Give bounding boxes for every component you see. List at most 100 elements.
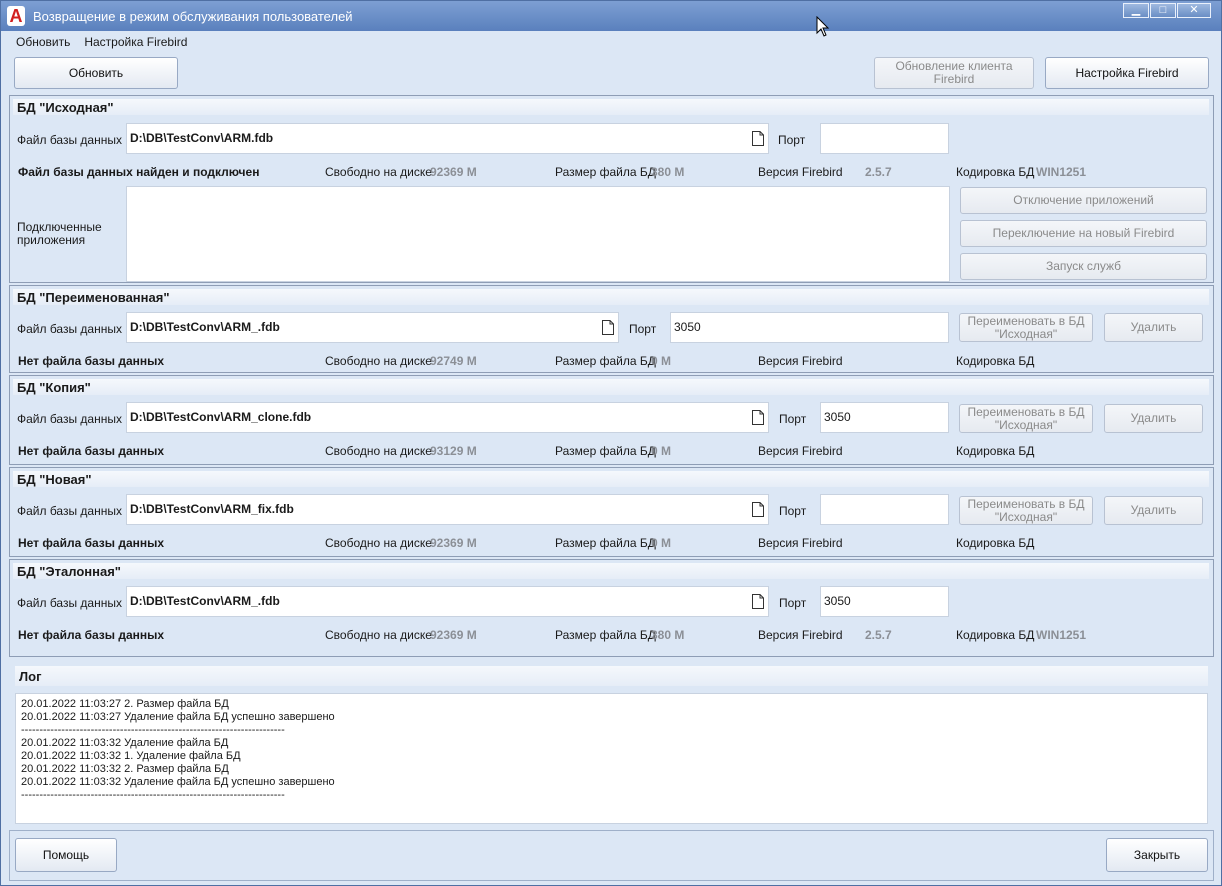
free-disk-value: 93129 М — [430, 444, 477, 458]
title-bar[interactable]: A Возвращение в режим обслуживания польз… — [1, 1, 1221, 31]
free-disk-label: Свободно на диске — [325, 628, 432, 642]
fb-version-label: Версия Firebird — [758, 536, 843, 550]
main-window: A Возвращение в режим обслуживания польз… — [0, 0, 1222, 886]
file-size-value: 0 М — [651, 354, 672, 368]
encoding-label: Кодировка БД — [956, 165, 1035, 179]
menu-bar: Обновить Настройка Firebird — [9, 33, 194, 53]
log-line: ----------------------------------------… — [21, 789, 285, 801]
log-title: Лог — [19, 669, 42, 684]
file-size-value: 0 М — [651, 536, 672, 550]
delete-button[interactable]: Удалить — [1104, 496, 1203, 525]
db-file-value: D:\DB\TestConv\ARM_.fdb — [130, 594, 280, 608]
file-size-value: 380 М — [651, 628, 685, 642]
help-button[interactable]: Помощь — [15, 838, 117, 872]
status-text: Нет файла базы данных — [18, 536, 165, 550]
delete-button[interactable]: Удалить — [1104, 313, 1203, 342]
rename-to-source-button[interactable]: Переименовать в БД "Исходная" — [959, 496, 1093, 525]
connected-apps-label: Подключенные приложения — [17, 220, 102, 247]
start-services-button[interactable]: Запуск служб — [960, 253, 1207, 280]
free-disk-label: Свободно на диске — [325, 165, 432, 179]
firebird-settings-button[interactable]: Настройка Firebird — [1045, 57, 1209, 89]
panel-title: БД "Эталонная" — [17, 564, 121, 579]
encoding-label: Кодировка БД — [956, 354, 1035, 368]
fb-version-label: Версия Firebird — [758, 628, 843, 642]
log-text-area[interactable]: 20.01.2022 11:03:27 2. Размер файла БД 20… — [15, 693, 1208, 824]
footer-bar — [9, 830, 1214, 881]
free-disk-value: 92369 М — [430, 536, 477, 550]
db-file-label: Файл базы данных — [17, 596, 122, 610]
file-size-label: Размер файла БД — [555, 354, 656, 368]
db-file-field[interactable]: D:\DB\TestConv\ARM_clone.fdb — [126, 402, 769, 433]
close-icon[interactable]: ✕ — [1177, 3, 1211, 18]
browse-file-icon[interactable] — [752, 410, 764, 425]
fb-version-value: 2.5.7 — [865, 165, 892, 179]
fb-version-value: 2.5.7 — [865, 628, 892, 642]
free-disk-value: 92749 М — [430, 354, 477, 368]
log-line: 20.01.2022 11:03:27 2. Размер файла БД — [21, 698, 229, 710]
minimize-icon[interactable]: ▁ — [1123, 3, 1149, 18]
file-size-label: Размер файла БД — [555, 628, 656, 642]
fb-version-label: Версия Firebird — [758, 354, 843, 368]
file-size-label: Размер файла БД — [555, 165, 656, 179]
file-size-label: Размер файла БД — [555, 444, 656, 458]
disconnect-apps-button[interactable]: Отключение приложений — [960, 187, 1207, 214]
encoding-label: Кодировка БД — [956, 536, 1035, 550]
file-size-value: 380 М — [651, 165, 685, 179]
file-size-value: 0 М — [651, 444, 672, 458]
panel-source-db: БД "Исходная" Файл базы данных D:\DB\Tes… — [9, 95, 1214, 283]
db-file-value: D:\DB\TestConv\ARM_clone.fdb — [130, 410, 312, 424]
delete-button[interactable]: Удалить — [1104, 404, 1203, 433]
db-file-field[interactable]: D:\DB\TestConv\ARM_fix.fdb — [126, 494, 769, 525]
panel-reference-db: БД "Эталонная" Файл базы данных D:\DB\Te… — [9, 559, 1214, 657]
port-label: Порт — [778, 133, 806, 147]
status-text: Нет файла базы данных — [18, 628, 165, 642]
log-line: 20.01.2022 11:03:32 2. Размер файла БД — [21, 763, 229, 775]
log-line: 20.01.2022 11:03:27 Удаление файла БД ус… — [21, 711, 335, 723]
status-text: Нет файла базы данных — [18, 444, 165, 458]
db-file-field[interactable]: D:\DB\TestConv\ARM.fdb — [126, 123, 769, 154]
port-field[interactable]: 3050 — [670, 312, 949, 343]
update-client-button[interactable]: Обновление клиента Firebird — [874, 57, 1034, 89]
browse-file-icon[interactable] — [752, 594, 764, 609]
free-disk-label: Свободно на диске — [325, 354, 432, 368]
db-file-label: Файл базы данных — [17, 322, 122, 336]
port-field[interactable] — [820, 494, 949, 525]
log-line: 20.01.2022 11:03:32 Удаление файла БД — [21, 737, 229, 749]
port-label: Порт — [779, 504, 807, 518]
menu-firebird-settings[interactable]: Настройка Firebird — [77, 33, 194, 53]
panel-title: БД "Копия" — [17, 380, 91, 395]
file-size-label: Размер файла БД — [555, 536, 656, 550]
db-file-label: Файл базы данных — [17, 504, 122, 518]
encoding-value: WIN1251 — [1036, 628, 1087, 642]
port-label: Порт — [779, 412, 807, 426]
menu-refresh[interactable]: Обновить — [9, 33, 77, 53]
connected-apps-list[interactable] — [126, 186, 950, 282]
port-field[interactable]: 3050 — [820, 402, 949, 433]
rename-to-source-button[interactable]: Переименовать в БД "Исходная" — [959, 404, 1093, 433]
switch-firebird-button[interactable]: Переключение на новый Firebird — [960, 220, 1207, 247]
window-title: Возвращение в режим обслуживания пользов… — [33, 9, 353, 24]
port-label: Порт — [779, 596, 807, 610]
log-line: ----------------------------------------… — [21, 724, 285, 736]
db-file-label: Файл базы данных — [17, 412, 122, 426]
fb-version-label: Версия Firebird — [758, 444, 843, 458]
port-field[interactable]: 3050 — [820, 586, 949, 617]
panel-renamed-db: БД "Переименованная" Файл базы данных D:… — [9, 285, 1214, 373]
port-field[interactable] — [820, 123, 949, 154]
maximize-icon[interactable]: □ — [1150, 3, 1176, 18]
refresh-button[interactable]: Обновить — [14, 57, 178, 89]
db-file-value: D:\DB\TestConv\ARM.fdb — [130, 131, 274, 145]
db-file-field[interactable]: D:\DB\TestConv\ARM_.fdb — [126, 586, 769, 617]
free-disk-value: 92369 М — [430, 165, 477, 179]
panel-title: БД "Переименованная" — [17, 290, 170, 305]
free-disk-value: 92369 М — [430, 628, 477, 642]
browse-file-icon[interactable] — [752, 131, 764, 146]
free-disk-label: Свободно на диске — [325, 536, 432, 550]
panel-title: БД "Новая" — [17, 472, 92, 487]
browse-file-icon[interactable] — [602, 320, 614, 335]
port-label: Порт — [629, 322, 657, 336]
db-file-field[interactable]: D:\DB\TestConv\ARM_.fdb — [126, 312, 619, 343]
rename-to-source-button[interactable]: Переименовать в БД "Исходная" — [959, 313, 1093, 342]
close-button[interactable]: Закрыть — [1106, 838, 1208, 872]
browse-file-icon[interactable] — [752, 502, 764, 517]
